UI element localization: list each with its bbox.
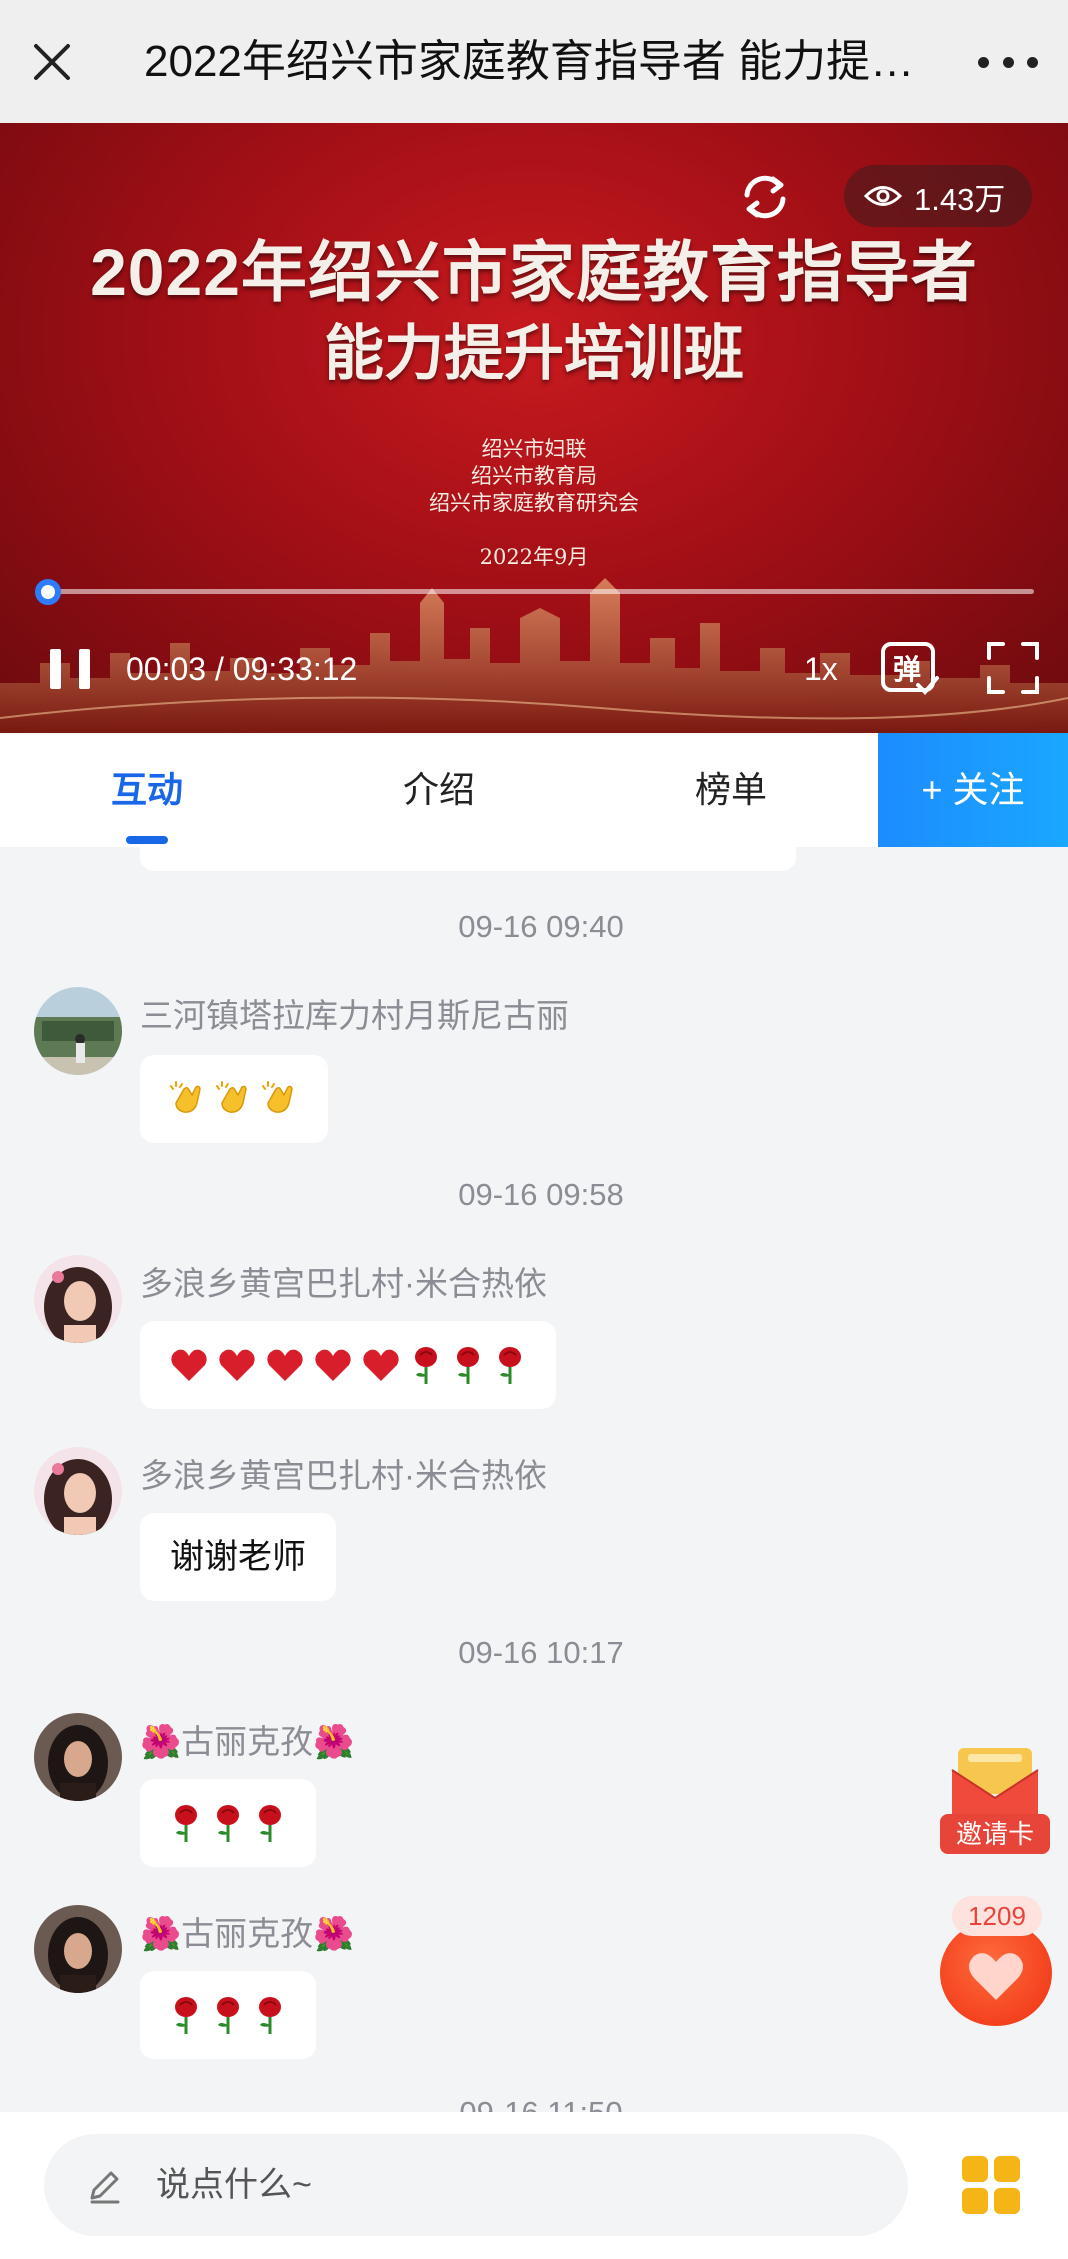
chat-username: 三河镇塔拉库力村月斯尼古丽 [140,997,569,1034]
clapping-hands-icon [170,1081,201,1113]
red-heart-icon [315,1349,351,1381]
chat-username: 🌺古丽克孜🌺 [140,1915,355,1952]
rose-icon [457,1347,479,1384]
rose-icon [499,1347,521,1384]
danmu-toggle-icon[interactable]: 弹 [880,641,940,697]
fullscreen-icon[interactable] [986,641,1040,695]
video-organizer: 绍兴市教育局 [471,464,597,488]
like-count: 1209 [952,1896,1042,1936]
chat-username: 多浪乡黄宫巴扎村·米合热依 [140,1265,547,1302]
video-organizer: 绍兴市妇联 [481,437,587,461]
chat-bubble [140,1971,316,2059]
red-heart-icon [171,1349,207,1381]
tab-ranking[interactable]: 榜单 [642,733,820,847]
chat-timestamp: 09-16 10:17 [458,1635,624,1670]
red-heart-icon [363,1349,399,1381]
top-bar: 2022年绍兴市家庭教育指导者 能力提升培训班 [0,0,1068,123]
page-title: 2022年绍兴市家庭教育指导者 能力提升培训班 [144,37,924,86]
tab-introduction[interactable]: 介绍 [350,733,528,847]
emoji-row [170,1321,526,1409]
rose-icon [259,1997,281,2034]
chat-bubble: 谢谢老师 [140,1513,336,1601]
chat-timestamp: 09-16 11:50 [0,2095,1068,2112]
chat-timestamp: 09-16 09:58 [458,1177,624,1212]
video-player[interactable]: 2022年绍兴市家庭教育指导者 能力提升培训班 绍兴市妇联 绍兴市教育局 绍兴市… [0,123,1068,733]
active-tab-indicator [126,836,168,844]
rose-icon [217,1805,239,1842]
invite-card-label: 邀请卡 [940,1814,1050,1854]
chat-message-text: 谢谢老师 [170,1538,306,1576]
avatar[interactable] [34,1255,122,1343]
view-count: 1.43万 [914,181,1006,217]
bottom-bar: 说点什么~ [0,2112,1068,2259]
chat-username: 🌺古丽克孜🌺 [140,1723,355,1760]
rose-icon [175,1997,197,2034]
emoji-row [170,1779,286,1867]
chat-timestamp: 09-16 09:40 [458,909,624,944]
avatar[interactable] [34,1713,122,1801]
refresh-icon[interactable] [733,165,797,229]
chat-bubble [140,1055,328,1143]
close-icon[interactable] [28,38,76,86]
emoji-row [170,1055,298,1143]
pause-button[interactable] [50,649,90,689]
follow-button[interactable]: + 关注 [878,733,1068,847]
chat-bubble [140,1321,556,1409]
apps-grid-icon[interactable] [962,2156,1020,2214]
red-heart-icon [267,1349,303,1381]
clapping-hands-icon [216,1081,247,1113]
rose-icon [217,1997,239,2034]
envelope-icon [951,1748,1039,1818]
comment-input[interactable]: 说点什么~ [44,2134,908,2236]
eye-icon [864,186,902,206]
rose-icon [259,1805,281,1842]
rose-icon [175,1805,197,1842]
red-heart-icon [219,1349,255,1381]
avatar[interactable] [34,987,122,1075]
svg-text:弹: 弹 [893,653,921,686]
more-options-icon[interactable] [978,40,1038,84]
chat-username: 多浪乡黄宫巴扎村·米合热依 [140,1457,547,1494]
comment-input-placeholder: 说点什么~ [156,2166,312,2204]
pencil-icon [90,2171,120,2204]
video-organizer: 绍兴市家庭教育研究会 [429,491,639,515]
video-date: 2022年9月 [479,545,589,569]
avatar[interactable] [34,1905,122,1993]
progress-bar[interactable] [35,579,1034,605]
video-title-line2: 能力提升培训班 [324,320,744,387]
chat-bubble [140,847,796,871]
playback-time: 00:03 / 09:33:12 [126,651,358,687]
invite-card-button[interactable]: 邀请卡 [940,1740,1050,1860]
speed-button[interactable]: 1x [804,648,838,690]
emoji-row [170,1971,286,2059]
rose-icon [415,1347,437,1384]
video-title-line1: 2022年绍兴市家庭教育指导者 [90,235,978,309]
view-count-badge: 1.43万 [844,165,1032,227]
clapping-hands-icon [262,1081,293,1113]
tab-interaction[interactable]: 互动 [58,733,236,847]
chat-list[interactable]: 09-16 09:40 三河镇塔拉库力村月斯尼古丽 09-16 09:58 多浪… [0,847,1068,2112]
progress-thumb[interactable] [35,579,62,605]
chat-bubble [140,1779,316,1867]
avatar[interactable] [34,1447,122,1535]
